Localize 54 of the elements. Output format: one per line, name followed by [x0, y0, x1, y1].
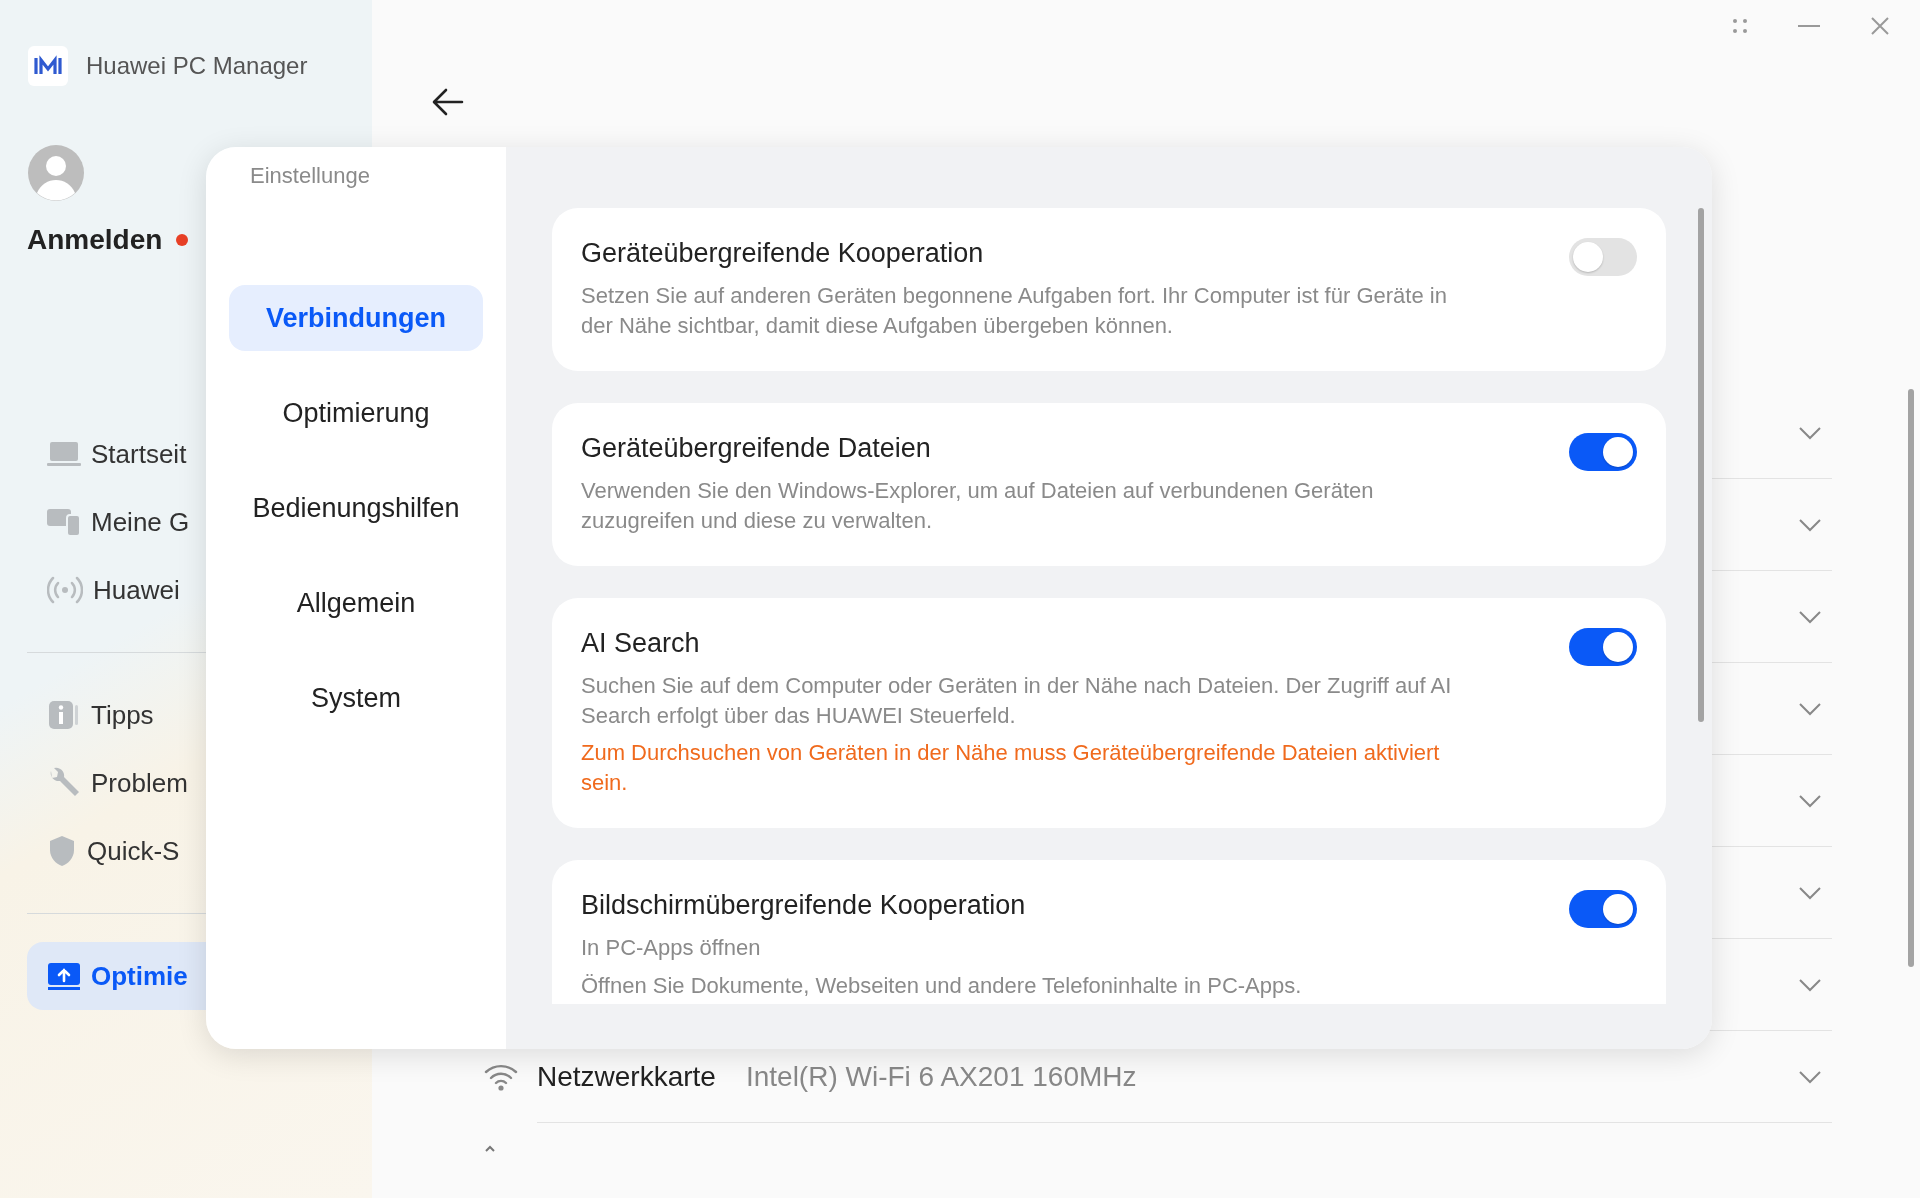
chevron-icon[interactable]: [1798, 609, 1822, 624]
scrollbar[interactable]: [1698, 208, 1704, 722]
toggle-switch[interactable]: [1569, 890, 1637, 928]
chevron-icon[interactable]: [1798, 517, 1822, 532]
warning-note: Zum Durchsuchen von Geräten in der Nähe muss Geräteübergreifende Dateien aktiviert sein.: [581, 739, 1441, 797]
minimize-icon[interactable]: [1798, 24, 1820, 28]
setting-description: Öffnen Sie Dokumente, Webseiten und andere Telefoninhalte in PC-Apps.: [581, 972, 1303, 1000]
sign-in-link[interactable]: Anmelden: [27, 224, 163, 256]
toggle-switch[interactable]: [1569, 628, 1637, 666]
settings-tab[interactable]: Optimierung: [229, 380, 483, 446]
chevron-icon[interactable]: [1798, 977, 1822, 992]
shield-icon: [47, 835, 77, 867]
avatar-icon[interactable]: [27, 144, 85, 202]
sidebar-item[interactable]: Optimie: [27, 942, 206, 1010]
settings-tab[interactable]: Bedienungshilfen: [229, 475, 483, 541]
setting-description: Verwenden Sie den Windows-Explorer, um auf Dateien auf verbundenen Geräten zuzugreifen und diese zu verwalten.: [581, 477, 1375, 535]
sidebar-item[interactable]: Tipps: [27, 681, 206, 749]
setting-title: Geräteübergreifende Kooperation: [581, 238, 985, 269]
caret-up-icon[interactable]: [484, 1145, 496, 1153]
setting-title: AI Search: [581, 628, 701, 659]
sidebar-item[interactable]: Problem: [27, 749, 206, 817]
settings-tab[interactable]: Allgemein: [229, 570, 483, 636]
back-button[interactable]: [432, 87, 464, 117]
setting-description: Suchen Sie auf dem Computer oder Geräten in der Nähe nach Dateien. Der Zugriff auf AI Search erfolgt über das HUAWEI Steuerfeld.: [581, 672, 1453, 730]
scrollbar[interactable]: [1908, 389, 1914, 967]
settings-tab[interactable]: Verbindungen: [229, 285, 483, 351]
signal-icon: [47, 575, 83, 605]
app-logo: [28, 46, 68, 86]
toggle-switch[interactable]: [1569, 433, 1637, 471]
setting-description: Setzen Sie auf anderen Geräten begonnene Aufgaben fort. Ihr Computer ist für Geräte in der Nähe sichtbar, damit diese Aufgaben übergeben können.: [581, 282, 1448, 340]
settings-tab[interactable]: System: [229, 665, 483, 731]
chevron-icon[interactable]: [1798, 885, 1822, 900]
sidebar-item[interactable]: Huawei: [27, 556, 206, 624]
chevron-icon[interactable]: [1798, 1069, 1822, 1084]
chevron-icon[interactable]: [1798, 701, 1822, 716]
sidebar-item[interactable]: Startseit: [27, 420, 206, 488]
close-icon[interactable]: [1870, 16, 1890, 36]
setting-title: Bildschirmübergreifende Kooperation: [581, 890, 1027, 921]
setting-title: Geräteübergreifende Dateien: [581, 433, 932, 464]
devices-icon: [47, 507, 81, 537]
sidebar-item[interactable]: Meine G: [27, 488, 206, 556]
setting-subtitle: In PC-Apps öffnen: [581, 934, 762, 962]
chevron-icon[interactable]: [1798, 425, 1822, 440]
sidebar-item[interactable]: Quick-S: [27, 817, 206, 885]
toggle-switch[interactable]: [1569, 238, 1637, 276]
row-label: Netzwerkkarte: [537, 1060, 716, 1093]
chevron-icon[interactable]: [1798, 793, 1822, 808]
monitor-upload-icon: [47, 961, 81, 991]
dots-icon[interactable]: [1732, 18, 1748, 34]
row-value: Intel(R) Wi-Fi 6 AX201 160MHz: [745, 1060, 1137, 1093]
settings-title: Einstellunge: [250, 163, 370, 189]
app-title: Huawei PC Manager: [86, 52, 308, 80]
info-icon: [47, 699, 81, 731]
laptop-icon: [47, 440, 81, 468]
